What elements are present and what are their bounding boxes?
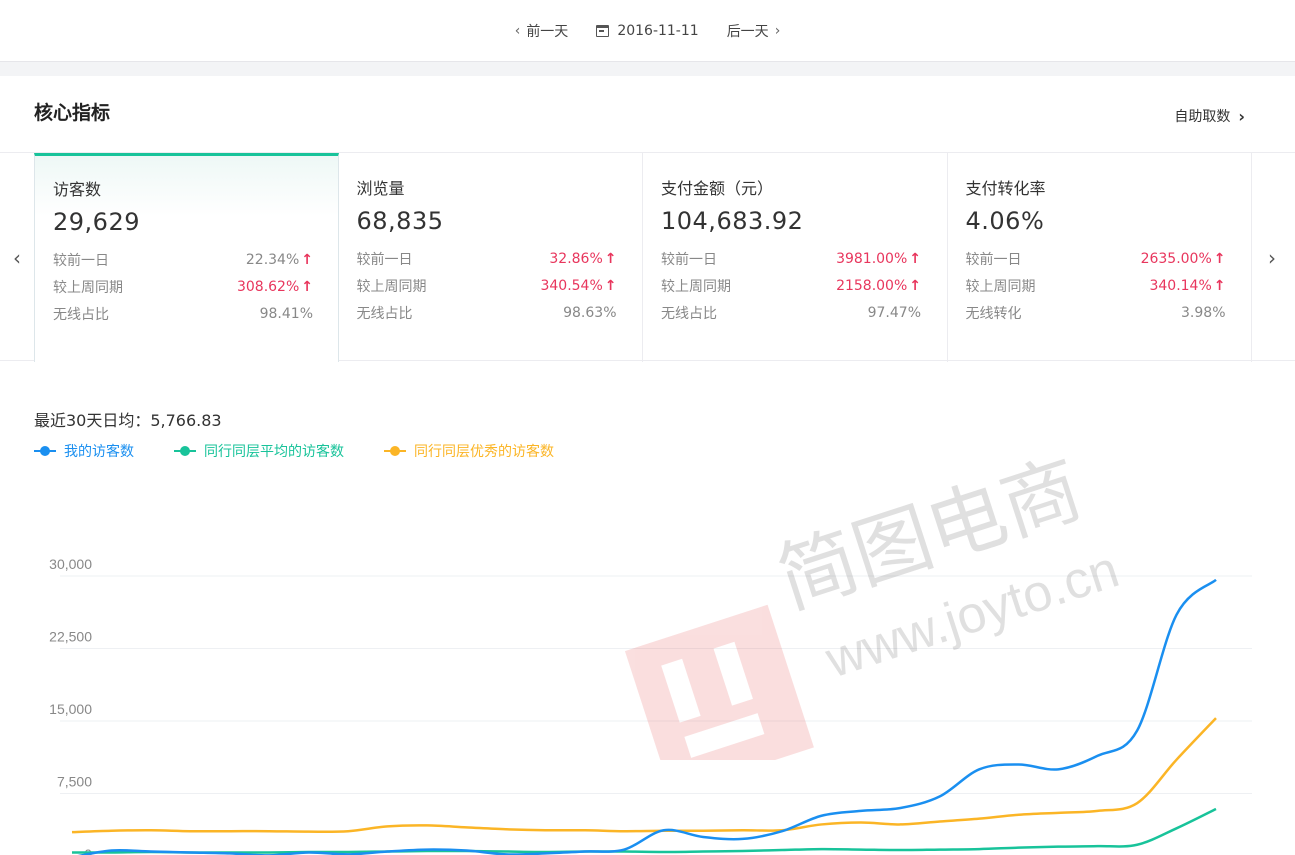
arrow-up-icon: ↑	[1213, 250, 1226, 267]
metric-card[interactable]: 支付金额（元） 104,683.92 较前一日 3981.00% ↑ 较上周同期 2158.…	[643, 153, 948, 362]
metric-carousel: ‹ 访客数 29,629 较前一日 22.34% ↑ 较上周同期 308.62% ↑ 无线占比 9…	[0, 152, 1295, 362]
metric-value: 104,683.92	[661, 207, 804, 235]
metric-title: 浏览量	[356, 179, 405, 198]
metric-row: 较前一日 32.86% ↑	[357, 245, 617, 272]
arrow-up-icon: ↑	[301, 251, 313, 268]
prev-day-label: 前一天	[526, 23, 569, 40]
metric-cards: 访客数 29,629 较前一日 22.34% ↑ 较上周同期 308.62% ↑ 无线占比 98.…	[34, 153, 1252, 362]
metric-row-value: 2158.00%	[836, 277, 908, 294]
metric-row-value: 3981.00%	[836, 250, 908, 267]
metric-row: 较前一日 2635.00% ↑	[966, 245, 1226, 272]
metric-card[interactable]: 支付转化率 4.06% 较前一日 2635.00% ↑ 较上周同期 340.14% ↑ 无线转化…	[948, 153, 1252, 362]
metric-row-label: 较前一日	[661, 251, 717, 268]
metric-value: 29,629	[53, 208, 140, 236]
current-date: 2016-11-11	[617, 22, 699, 39]
metric-row: 无线占比 98.63%	[357, 299, 617, 326]
metric-row-value: 22.34%	[245, 251, 300, 268]
metric-row: 较前一日 3981.00% ↑	[661, 245, 921, 272]
chevron-right-icon: ›	[774, 22, 781, 39]
metric-row-value: 97.47%	[867, 304, 921, 321]
calendar-icon	[596, 24, 610, 37]
carousel-next-button[interactable]: ›	[1252, 153, 1292, 362]
panel-title: 核心指标	[34, 102, 111, 124]
self-fetch-label: 自助取数	[1174, 109, 1231, 125]
next-day-button[interactable]: 后一天 ›	[727, 21, 781, 41]
prev-day-button[interactable]: ‹ 前一天	[515, 21, 569, 41]
next-day-label: 后一天	[726, 23, 769, 40]
metric-value: 68,835	[356, 207, 444, 235]
metric-row: 无线占比 98.41%	[53, 300, 313, 327]
metric-row: 较上周同期 340.14% ↑	[966, 272, 1226, 299]
metric-title: 访客数	[53, 180, 102, 199]
metric-row: 较前一日 22.34% ↑	[53, 246, 313, 273]
metric-row-label: 较前一日	[965, 251, 1022, 268]
metric-row-value: 98.41%	[259, 305, 313, 322]
metric-row-label: 无线占比	[53, 306, 109, 323]
series-line	[71, 717, 1217, 834]
metric-row: 无线占比 97.47%	[661, 299, 921, 326]
y-tick-label: 22,500	[49, 629, 92, 645]
metric-row-label: 较上周同期	[661, 278, 731, 295]
carousel-prev-button[interactable]: ‹	[0, 153, 34, 362]
metric-row-value: 98.63%	[563, 304, 617, 321]
arrow-up-icon: ↑	[604, 250, 617, 267]
metric-row: 较上周同期 308.62% ↑	[53, 273, 313, 300]
metric-row-label: 无线占比	[356, 305, 413, 322]
metric-row-label: 较上周同期	[356, 278, 427, 295]
y-tick-label: 7,500	[57, 774, 92, 790]
chevron-right-icon: ›	[1268, 245, 1276, 270]
metric-row: 无线转化 3.98%	[966, 299, 1226, 326]
metric-card[interactable]: 浏览量 68,835 较前一日 32.86% ↑ 较上周同期 340.54% ↑ 无线占比 98.…	[339, 153, 643, 362]
y-tick-label: 30,000	[49, 556, 92, 572]
arrow-up-icon: ↑	[1213, 277, 1226, 294]
metric-row-value: 340.54%	[540, 277, 603, 294]
metric-row-value: 2635.00%	[1140, 250, 1212, 267]
metric-row-label: 较上周同期	[965, 278, 1036, 295]
metric-row-value: 3.98%	[1181, 304, 1226, 321]
line-chart-svg: 07,50015,00022,50030,00010-1310-1510-171…	[49, 556, 1252, 855]
metric-row: 较上周同期 340.54% ↑	[357, 272, 617, 299]
arrow-up-icon: ↑	[909, 277, 921, 294]
metric-row: 较上周同期 2158.00% ↑	[661, 272, 921, 299]
chevron-left-icon: ‹	[514, 22, 521, 39]
metric-title: 支付金额（元）	[661, 179, 774, 198]
arrow-up-icon: ↑	[909, 250, 921, 267]
metric-value: 4.06%	[965, 207, 1045, 235]
metric-row-value: 32.86%	[549, 250, 603, 267]
y-tick-label: 15,000	[49, 701, 92, 717]
metric-row-value: 340.14%	[1149, 277, 1212, 294]
core-metrics-panel: 核心指标 自助取数 › ‹ 访客数 29,629 较前一日 22.34% ↑ 较上周同期 3…	[0, 76, 1295, 855]
metric-title: 支付转化率	[965, 179, 1046, 198]
arrow-up-icon: ↑	[301, 278, 313, 295]
metric-row-label: 无线占比	[661, 305, 717, 322]
metric-row-label: 较上周同期	[53, 279, 123, 296]
panel-header: 核心指标 自助取数 ›	[0, 76, 1295, 152]
chevron-right-icon: ›	[1238, 106, 1245, 126]
self-fetch-link[interactable]: 自助取数 ›	[1174, 106, 1245, 126]
metric-row-label: 较前一日	[356, 251, 413, 268]
metric-row-label: 较前一日	[53, 252, 109, 269]
visitor-trend-chart: 最近30天日均：5,766.83 我的访客数 同行同层平均的访客数 同行同层优秀的访…	[0, 361, 1295, 855]
metric-row-label: 无线转化	[965, 305, 1022, 322]
metric-row-value: 308.62%	[236, 278, 300, 295]
chevron-left-icon: ‹	[13, 245, 21, 270]
metric-card[interactable]: 访客数 29,629 较前一日 22.34% ↑ 较上周同期 308.62% ↑ 无线占比 98.…	[34, 153, 339, 362]
arrow-up-icon: ↑	[604, 277, 617, 294]
date-navigator: ‹ 前一天 2016-11-11 后一天 ›	[0, 0, 1295, 62]
date-picker[interactable]: 2016-11-11	[596, 22, 699, 39]
